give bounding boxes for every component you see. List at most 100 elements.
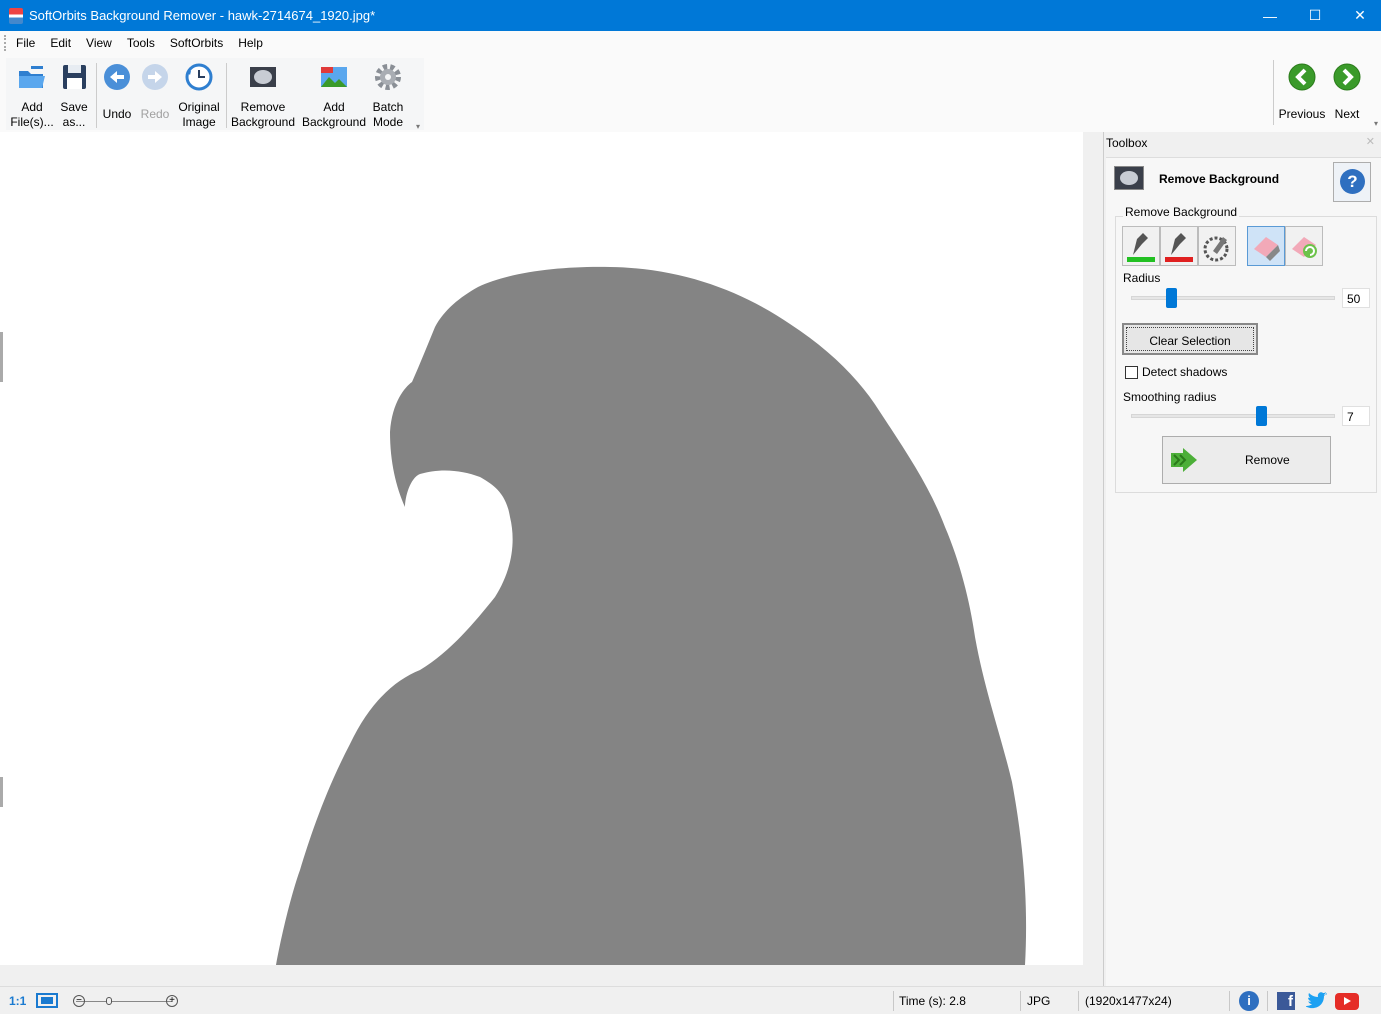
- previous-arrow-icon: [1287, 62, 1317, 92]
- status-separator: [1020, 991, 1021, 1011]
- toolbox-header: Toolbox: [1106, 136, 1148, 150]
- smart-brush-button[interactable]: [1198, 226, 1236, 266]
- smoothing-slider-track[interactable]: [1131, 414, 1335, 418]
- next-arrow-icon: [1332, 62, 1362, 92]
- redo-arrow-icon: [140, 62, 170, 92]
- twitter-icon[interactable]: [1306, 992, 1328, 1010]
- app-icon: [9, 7, 23, 24]
- radius-label: Radius: [1123, 271, 1161, 285]
- undo-label: Undo: [102, 107, 132, 121]
- zoom-1to1-button[interactable]: 1:1: [9, 994, 26, 1008]
- remove-background-label-2: Background: [230, 115, 296, 129]
- detect-shadows-checkbox[interactable]: [1125, 366, 1138, 379]
- horizontal-scrollbar[interactable]: [0, 965, 1102, 986]
- batch-mode-label-2: Mode: [372, 115, 404, 129]
- status-separator: [893, 991, 894, 1011]
- bird-silhouette-image: [0, 266, 1027, 965]
- maximize-button[interactable]: ☐: [1292, 0, 1338, 31]
- batch-mode-label-1: Batch: [372, 100, 404, 114]
- menu-bar: File Edit View Tools SoftOrbits Help: [0, 31, 1381, 55]
- status-bar: 1:1 − + Time (s): 2.8 JPG (1920x1477x24)…: [0, 986, 1381, 1014]
- landscape-picture-icon: [319, 62, 349, 92]
- remove-background-tool-button[interactable]: Remove Background: [230, 58, 296, 130]
- toolbar-separator: [96, 63, 97, 128]
- help-button[interactable]: ?: [1333, 162, 1371, 202]
- save-as-label-1: Save: [60, 100, 88, 114]
- minimize-button[interactable]: —: [1247, 0, 1293, 31]
- image-format: JPG: [1027, 994, 1051, 1008]
- undo-arrow-icon: [102, 62, 132, 92]
- zoom-out-icon[interactable]: −: [73, 995, 85, 1007]
- radius-slider-thumb[interactable]: [1165, 288, 1177, 308]
- help-question-icon: ?: [1340, 169, 1365, 194]
- mark-foreground-button[interactable]: [1122, 226, 1160, 266]
- menu-softorbits[interactable]: SoftOrbits: [170, 36, 223, 50]
- toolbar-separator: [1273, 60, 1274, 125]
- radius-value-field[interactable]: 50: [1342, 288, 1370, 308]
- eraser-refresh-icon: [1292, 237, 1317, 258]
- gear-icon: [373, 62, 403, 92]
- smoothing-slider-thumb[interactable]: [1256, 406, 1268, 426]
- facebook-icon[interactable]: f: [1277, 992, 1295, 1010]
- image-dimensions: (1920x1477x24): [1085, 994, 1172, 1008]
- toolbar-overflow-icon[interactable]: ▾: [416, 122, 420, 131]
- redo-label: Redo: [140, 107, 170, 121]
- menu-help[interactable]: Help: [238, 36, 263, 50]
- close-button[interactable]: ✕: [1337, 0, 1381, 31]
- save-as-label-2: as...: [62, 115, 86, 129]
- original-image-label-2: Image: [182, 115, 216, 129]
- original-image-button[interactable]: Original Image: [175, 58, 223, 130]
- previous-button[interactable]: Previous: [1278, 58, 1326, 122]
- clear-selection-button[interactable]: Clear Selection: [1122, 323, 1258, 355]
- radius-slider-track[interactable]: [1131, 296, 1335, 300]
- smoothing-value-field[interactable]: 7: [1342, 406, 1370, 426]
- add-files-label-2: File(s)...: [10, 115, 54, 129]
- menu-view[interactable]: View: [86, 36, 112, 50]
- original-image-label-1: Original: [178, 100, 220, 114]
- restore-eraser-button[interactable]: [1285, 226, 1323, 266]
- youtube-icon[interactable]: [1335, 993, 1359, 1010]
- info-icon[interactable]: i: [1239, 991, 1259, 1011]
- add-files-button[interactable]: Add File(s)...: [10, 58, 54, 130]
- fit-to-window-icon[interactable]: [36, 993, 58, 1008]
- toolbox-close-icon[interactable]: ✕: [1366, 135, 1375, 148]
- floppy-disk-icon: [59, 62, 89, 92]
- menu-file[interactable]: File: [16, 36, 35, 50]
- menu-tools[interactable]: Tools: [127, 36, 155, 50]
- toolbar-main-group: Add File(s)... Save as... Undo Redo Orig…: [6, 58, 424, 131]
- next-button[interactable]: Next: [1330, 58, 1364, 122]
- zoom-slider-thumb[interactable]: [106, 997, 112, 1005]
- zoom-in-icon[interactable]: +: [166, 995, 178, 1007]
- time-elapsed: Time (s): 2.8: [899, 994, 966, 1008]
- remove-background-label-1: Remove: [240, 100, 286, 114]
- image-canvas[interactable]: [0, 132, 1083, 965]
- window-title: SoftOrbits Background Remover - hawk-271…: [29, 8, 376, 23]
- batch-mode-button[interactable]: Batch Mode: [368, 58, 408, 130]
- save-as-button[interactable]: Save as...: [56, 58, 92, 130]
- remove-background-icon: [248, 62, 278, 92]
- add-background-label-2: Background: [301, 115, 367, 129]
- green-arrow-icon: [1171, 448, 1197, 472]
- status-separator: [1078, 991, 1079, 1011]
- toolbar-overflow-icon[interactable]: ▾: [1374, 119, 1378, 128]
- magic-brush-icon: [1203, 236, 1229, 262]
- red-marker-icon: [1165, 233, 1193, 262]
- toolbox-content: Remove Background ? Remove Background Ra…: [1106, 157, 1381, 986]
- eraser-button[interactable]: [1247, 226, 1285, 266]
- vertical-scrollbar[interactable]: [1083, 132, 1102, 965]
- next-label: Next: [1334, 107, 1360, 121]
- zoom-slider[interactable]: − +: [70, 993, 180, 1009]
- redo-button[interactable]: Redo: [137, 58, 173, 122]
- previous-label: Previous: [1278, 107, 1326, 121]
- toolbar-separator: [226, 63, 227, 128]
- undo-button[interactable]: Undo: [99, 58, 135, 122]
- groupbox-label: Remove Background: [1123, 205, 1240, 219]
- status-separator: [1229, 991, 1230, 1011]
- eraser-icon: [1254, 237, 1280, 261]
- remove-button[interactable]: Remove: [1162, 436, 1331, 484]
- mark-background-button[interactable]: [1160, 226, 1198, 266]
- menu-edit[interactable]: Edit: [50, 36, 71, 50]
- add-background-button[interactable]: Add Background: [300, 58, 368, 130]
- clear-selection-label: Clear Selection: [1149, 334, 1231, 348]
- smoothing-radius-label: Smoothing radius: [1123, 390, 1217, 404]
